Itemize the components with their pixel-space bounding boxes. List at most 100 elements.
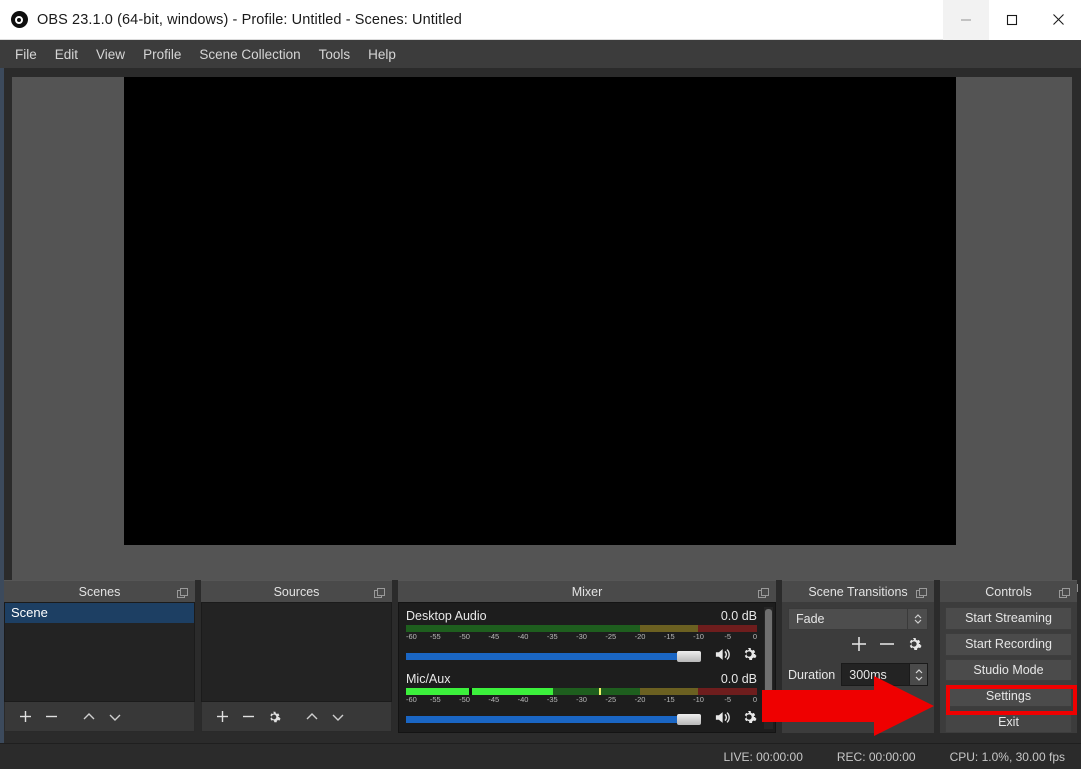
meter-tick-label: -5: [724, 695, 732, 704]
window-title: OBS 23.1.0 (64-bit, windows) - Profile: …: [37, 11, 462, 28]
close-button[interactable]: [1035, 0, 1081, 40]
move-source-up-button[interactable]: [300, 705, 324, 729]
meter-tick-label: 0: [752, 632, 757, 641]
dock-row: Scenes Scene Sources Mixer Desktop Audio…: [0, 580, 1081, 743]
window-left-edge: [0, 68, 4, 743]
menu-item-help[interactable]: Help: [359, 43, 405, 66]
mixer-body: Desktop Audio 0.0 dB -60 -55 -50 -45 -40 -35-…: [398, 602, 776, 743]
speaker-icon[interactable]: [715, 710, 733, 730]
meter-tick-label: -30: [576, 695, 587, 704]
menu-item-file[interactable]: File: [6, 43, 46, 66]
menu-item-tools[interactable]: Tools: [310, 43, 360, 66]
mixer-scrollbar[interactable]: [764, 607, 773, 729]
mixer-source-db: 0.0 dB: [720, 672, 757, 686]
duration-input[interactable]: 300ms: [841, 663, 928, 686]
mixer-source-name: Desktop Audio: [406, 609, 487, 623]
duration-label: Duration: [788, 667, 836, 682]
meter-tick-label: -50: [459, 632, 470, 641]
meter-peak: [599, 688, 602, 695]
preview-area: [0, 68, 1081, 594]
scenes-list[interactable]: Scene: [4, 602, 195, 702]
volume-slider[interactable]: [406, 714, 707, 725]
mixer-source: Mic/Aux 0.0 dB -60 -55 -50 -45 -40 -35 -…: [399, 670, 775, 730]
meter-tick-label: -25: [605, 695, 617, 704]
move-scene-down-button[interactable]: [103, 705, 127, 729]
mixer-dock-title: Mixer: [398, 580, 776, 602]
meter-tick-label: -45: [488, 632, 500, 641]
start-streaming-button[interactable]: Start Streaming: [945, 607, 1072, 630]
menu-bar: File Edit View Profile Scene Collection …: [0, 40, 1081, 68]
controls-dock-title: Controls: [940, 580, 1077, 602]
minimize-button[interactable]: [943, 0, 989, 40]
spinner-arrows-icon[interactable]: [909, 664, 927, 685]
exit-button[interactable]: Exit: [945, 710, 1072, 733]
rec-timer: REC: 00:00:00: [836, 749, 916, 764]
live-timer: LIVE: 00:00:00: [723, 749, 803, 764]
meter-tick-label: -35: [546, 632, 558, 641]
speaker-icon[interactable]: [715, 647, 733, 667]
mixer-source-db: 0.0 dB: [720, 609, 757, 623]
transition-actions: [788, 635, 928, 657]
transition-select[interactable]: Fade: [788, 608, 928, 630]
list-item[interactable]: Scene: [5, 603, 194, 623]
transitions-body: Fade Duration 300ms: [782, 602, 934, 743]
meter-tick-label: -25: [605, 632, 617, 641]
remove-transition-button[interactable]: [878, 635, 896, 658]
source-properties-button[interactable]: [262, 705, 286, 729]
add-transition-button[interactable]: [850, 635, 868, 658]
sources-list[interactable]: [201, 602, 392, 702]
meter-tick-label: -55: [429, 695, 441, 704]
meter-tick-label: -40: [517, 695, 529, 704]
meter-tick-label: -20: [634, 632, 646, 641]
move-source-down-button[interactable]: [326, 705, 350, 729]
meter-tick-label: -10: [693, 695, 704, 704]
studio-mode-button[interactable]: Studio Mode: [945, 658, 1072, 682]
settings-button[interactable]: Settings: [945, 684, 1072, 708]
meter-tick-label: -55: [429, 632, 441, 641]
sources-dock: Sources: [201, 580, 392, 743]
sources-title-label: Sources: [273, 584, 320, 599]
title-bar: OBS 23.1.0 (64-bit, windows) - Profile: …: [0, 0, 1081, 40]
remove-source-button[interactable]: [236, 705, 260, 729]
add-source-button[interactable]: [210, 705, 234, 729]
sources-dock-title: Sources: [201, 580, 392, 602]
meter-tick-label: -45: [488, 695, 500, 704]
duration-value: 300ms: [849, 667, 887, 682]
scenes-dock-title: Scenes: [4, 580, 195, 602]
mixer-source: Desktop Audio 0.0 dB -60 -55 -50 -45 -40 -35-…: [399, 607, 775, 667]
preview-panel[interactable]: [12, 77, 1072, 580]
remove-scene-button[interactable]: [39, 705, 63, 729]
gear-icon[interactable]: [741, 646, 757, 667]
maximize-button[interactable]: [989, 0, 1035, 40]
meter-tick-label: -50: [459, 695, 470, 704]
chevron-updown-icon[interactable]: [907, 609, 927, 629]
meter-tick-label: -35: [546, 695, 558, 704]
sources-body: [201, 602, 392, 743]
obs-main-window: OBS 23.1.0 (64-bit, windows) - Profile: …: [0, 0, 1081, 769]
gear-icon[interactable]: [906, 636, 922, 657]
meter-tick-label: -10: [693, 632, 704, 641]
sources-toolbar: [201, 702, 392, 732]
menu-item-edit[interactable]: Edit: [46, 43, 87, 66]
audio-meter: [406, 688, 757, 695]
meter-tick-label: -20: [634, 695, 646, 704]
volume-slider[interactable]: [406, 651, 707, 662]
meter-tick-label: -60: [406, 632, 417, 641]
meter-scale: -60 -55 -50 -45 -40 -35 -30 -25 -20 -15 -10 -5 0: [406, 695, 757, 706]
menu-item-scene-collection[interactable]: Scene Collection: [190, 43, 309, 66]
menu-item-view[interactable]: View: [87, 43, 134, 66]
mixer-dock: Mixer Desktop Audio 0.0 dB -60 -55 -50 -…: [398, 580, 776, 743]
controls-dock: Controls Start Streaming Start Recording…: [940, 580, 1077, 743]
window-controls: [943, 0, 1081, 40]
start-recording-button[interactable]: Start Recording: [945, 632, 1072, 656]
gear-icon[interactable]: [741, 709, 757, 730]
meter-tick-label: -30: [576, 632, 587, 641]
move-scene-up-button[interactable]: [77, 705, 101, 729]
controls-title-label: Controls: [985, 584, 1032, 599]
add-scene-button[interactable]: [13, 705, 37, 729]
scenes-title-label: Scenes: [78, 584, 121, 599]
menu-item-profile[interactable]: Profile: [134, 43, 190, 66]
transition-selected-value: Fade: [796, 612, 825, 626]
meter-tick-label: -60: [406, 695, 417, 704]
preview-canvas[interactable]: [124, 77, 956, 545]
